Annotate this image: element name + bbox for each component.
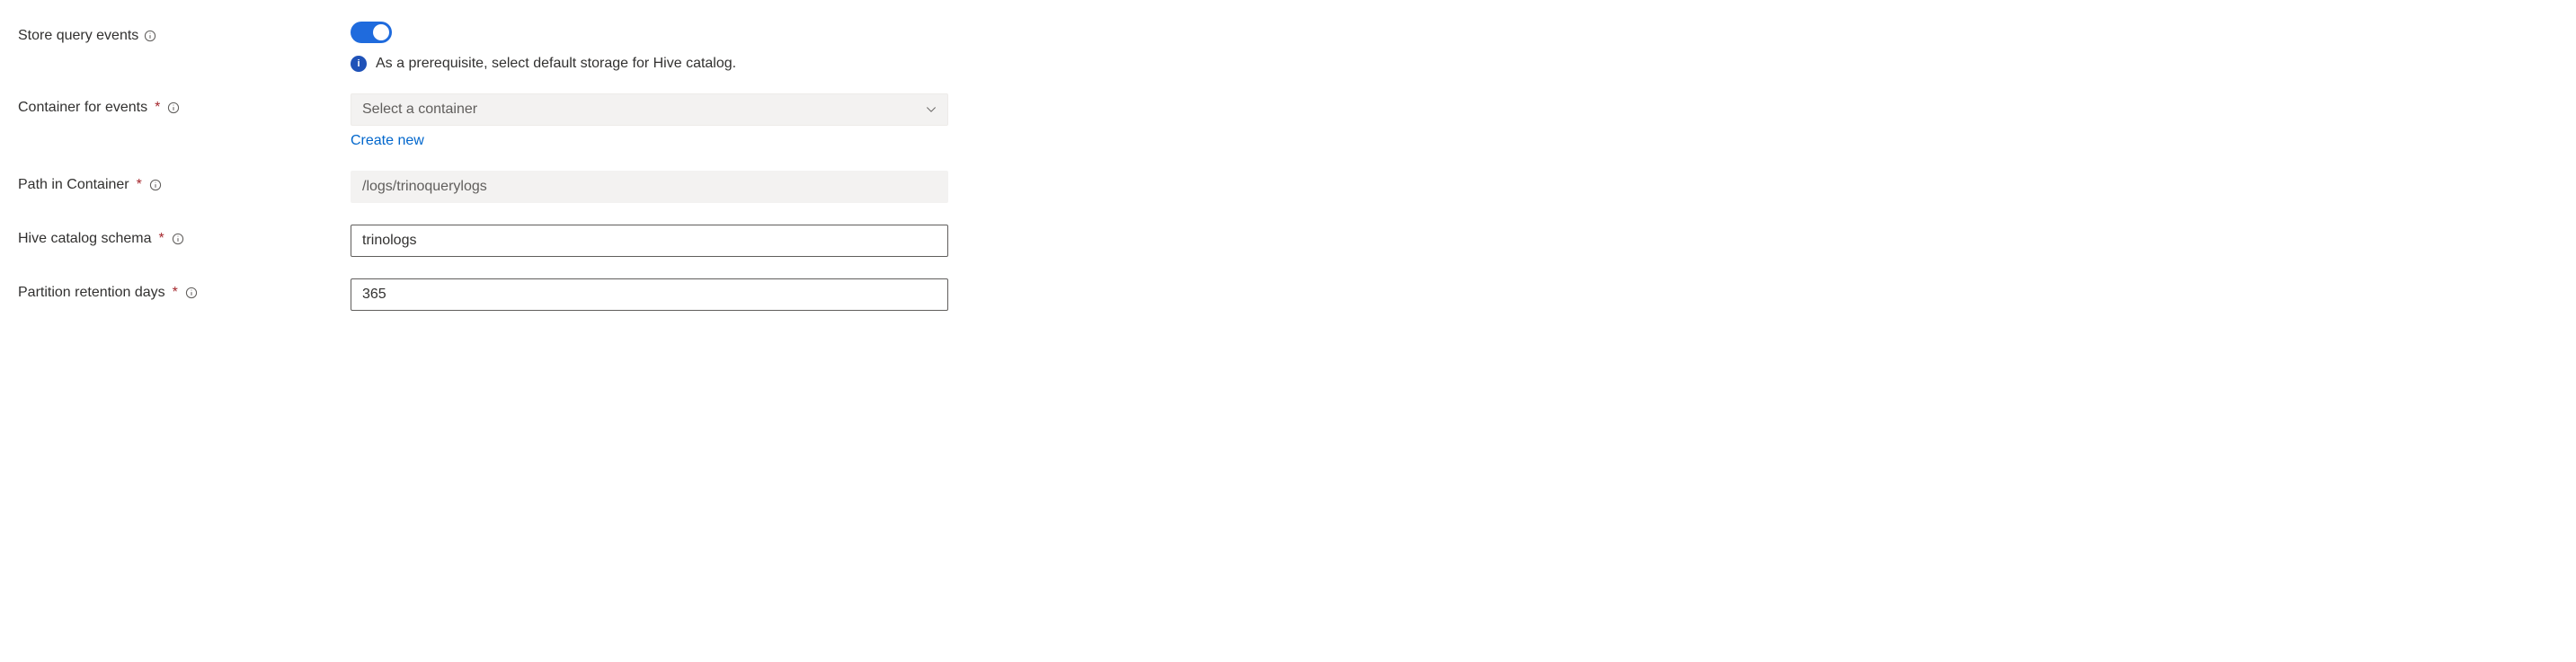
label-text: Store query events: [18, 28, 138, 44]
label-text: Hive catalog schema: [18, 231, 152, 247]
prerequisite-message: As a prerequisite, select default storag…: [351, 56, 948, 72]
container-select[interactable]: Select a container: [351, 93, 948, 126]
label-container-for-events: Container for events *: [18, 93, 351, 116]
required-indicator: *: [159, 231, 164, 247]
field-path-in-container: [351, 171, 948, 203]
row-partition-retention-days: Partition retention days *: [18, 278, 1366, 311]
info-icon[interactable]: [185, 287, 198, 299]
required-indicator: *: [173, 285, 178, 301]
label-hive-catalog-schema: Hive catalog schema *: [18, 225, 351, 247]
label-text: Container for events: [18, 100, 147, 116]
info-icon[interactable]: [172, 233, 184, 245]
partition-retention-days-input[interactable]: [351, 278, 948, 311]
field-hive-catalog-schema: [351, 225, 948, 257]
row-path-in-container: Path in Container *: [18, 171, 1366, 203]
label-path-in-container: Path in Container *: [18, 171, 351, 193]
label-partition-retention-days: Partition retention days *: [18, 278, 351, 301]
info-icon[interactable]: [149, 179, 162, 191]
field-store-query-events: As a prerequisite, select default storag…: [351, 22, 948, 72]
field-partition-retention-days: [351, 278, 948, 311]
required-indicator: *: [137, 177, 142, 193]
row-hive-catalog-schema: Hive catalog schema *: [18, 225, 1366, 257]
container-select-display[interactable]: Select a container: [351, 93, 948, 126]
required-indicator: *: [155, 100, 160, 116]
info-icon[interactable]: [167, 102, 180, 114]
info-filled-icon: [351, 56, 367, 72]
hive-catalog-schema-input[interactable]: [351, 225, 948, 257]
label-text: Path in Container: [18, 177, 129, 193]
create-new-link[interactable]: Create new: [351, 133, 424, 149]
info-icon[interactable]: [144, 30, 156, 42]
toggle-store-query-events[interactable]: [351, 22, 392, 43]
label-store-query-events: Store query events: [18, 22, 351, 44]
field-container-for-events: Select a container Create new: [351, 93, 948, 149]
path-in-container-input[interactable]: [351, 171, 948, 203]
row-store-query-events: Store query events As a prerequisite, se…: [18, 22, 1366, 72]
prerequisite-text: As a prerequisite, select default storag…: [376, 56, 736, 72]
row-container-for-events: Container for events * Select a containe…: [18, 93, 1366, 149]
form-section: Store query events As a prerequisite, se…: [0, 0, 1384, 336]
label-text: Partition retention days: [18, 285, 165, 301]
